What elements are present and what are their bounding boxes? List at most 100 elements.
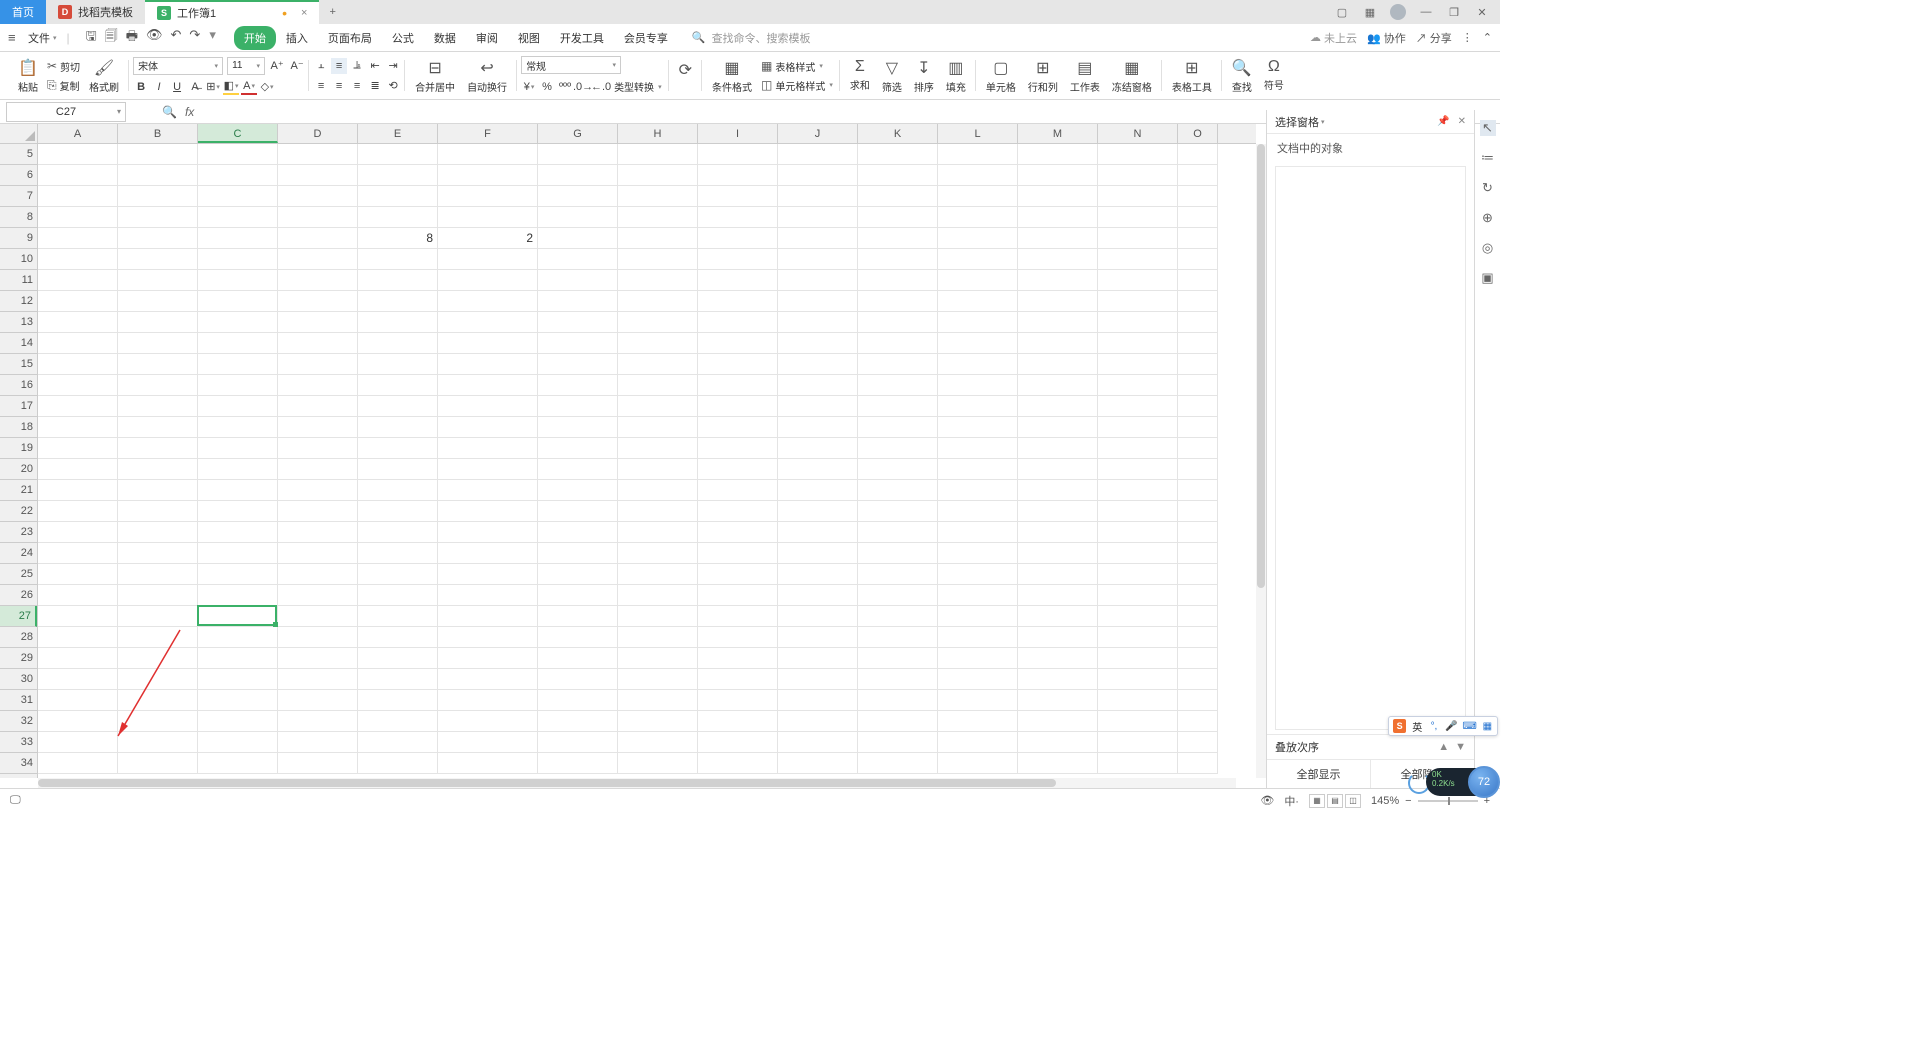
cell-N31[interactable] <box>1098 690 1178 711</box>
cell-M24[interactable] <box>1018 543 1098 564</box>
cell-N13[interactable] <box>1098 312 1178 333</box>
cell-F19[interactable] <box>438 438 538 459</box>
cell-C18[interactable] <box>198 417 278 438</box>
cell-B20[interactable] <box>118 459 198 480</box>
cell-O16[interactable] <box>1178 375 1218 396</box>
percent-icon[interactable]: % <box>539 79 555 95</box>
cell-H11[interactable] <box>618 270 698 291</box>
vertical-scrollbar[interactable] <box>1256 144 1266 778</box>
cell-B28[interactable] <box>118 627 198 648</box>
cell-I16[interactable] <box>698 375 778 396</box>
cell-E17[interactable] <box>358 396 438 417</box>
cell-H33[interactable] <box>618 732 698 753</box>
tab-view[interactable]: 视图 <box>508 26 550 50</box>
cell-C25[interactable] <box>198 564 278 585</box>
cell-K13[interactable] <box>858 312 938 333</box>
select-all-corner[interactable] <box>0 124 38 144</box>
cell-N26[interactable] <box>1098 585 1178 606</box>
cell-C13[interactable] <box>198 312 278 333</box>
cell-H17[interactable] <box>618 396 698 417</box>
cell-B34[interactable] <box>118 753 198 774</box>
orientation-icon[interactable]: ⟲ <box>385 78 401 94</box>
col-header-L[interactable]: L <box>938 124 1018 143</box>
cell-O24[interactable] <box>1178 543 1218 564</box>
cell-B10[interactable] <box>118 249 198 270</box>
cell-F31[interactable] <box>438 690 538 711</box>
cell-N14[interactable] <box>1098 333 1178 354</box>
cell-C33[interactable] <box>198 732 278 753</box>
cell-E34[interactable] <box>358 753 438 774</box>
cell-C22[interactable] <box>198 501 278 522</box>
cell-H31[interactable] <box>618 690 698 711</box>
cell-K32[interactable] <box>858 711 938 732</box>
cond-format-button[interactable]: ▦条件格式 <box>706 56 758 96</box>
cell-F23[interactable] <box>438 522 538 543</box>
cell-B27[interactable] <box>118 606 198 627</box>
cell-J21[interactable] <box>778 480 858 501</box>
cell-K20[interactable] <box>858 459 938 480</box>
cells-area[interactable]: 82 <box>38 144 1256 778</box>
cell-L12[interactable] <box>938 291 1018 312</box>
cell-F13[interactable] <box>438 312 538 333</box>
cell-G19[interactable] <box>538 438 618 459</box>
cell-C6[interactable] <box>198 165 278 186</box>
cell-H34[interactable] <box>618 753 698 774</box>
cell-L14[interactable] <box>938 333 1018 354</box>
cell-I25[interactable] <box>698 564 778 585</box>
cell-F9[interactable]: 2 <box>438 228 538 249</box>
cell-O21[interactable] <box>1178 480 1218 501</box>
cell-G17[interactable] <box>538 396 618 417</box>
cell-N21[interactable] <box>1098 480 1178 501</box>
cell-H21[interactable] <box>618 480 698 501</box>
cell-B5[interactable] <box>118 144 198 165</box>
tab-insert[interactable]: 插入 <box>276 26 318 50</box>
cell-H12[interactable] <box>618 291 698 312</box>
cell-D22[interactable] <box>278 501 358 522</box>
cell-E21[interactable] <box>358 480 438 501</box>
cell-O31[interactable] <box>1178 690 1218 711</box>
collab-button[interactable]: 👥 协作 <box>1367 30 1406 46</box>
cell-E9[interactable]: 8 <box>358 228 438 249</box>
cell-M31[interactable] <box>1018 690 1098 711</box>
cell-I17[interactable] <box>698 396 778 417</box>
cell-B17[interactable] <box>118 396 198 417</box>
cell-K29[interactable] <box>858 648 938 669</box>
cell-O29[interactable] <box>1178 648 1218 669</box>
cell-M20[interactable] <box>1018 459 1098 480</box>
cell-K21[interactable] <box>858 480 938 501</box>
collapse-ribbon-icon[interactable]: ⌃ <box>1483 31 1492 44</box>
cell-D25[interactable] <box>278 564 358 585</box>
font-size-select[interactable]: 11▾ <box>227 57 265 75</box>
cell-F22[interactable] <box>438 501 538 522</box>
eye-icon[interactable]: 👁 <box>1260 794 1274 807</box>
cell-K34[interactable] <box>858 753 938 774</box>
cell-D20[interactable] <box>278 459 358 480</box>
cell-J26[interactable] <box>778 585 858 606</box>
cell-J14[interactable] <box>778 333 858 354</box>
cell-D15[interactable] <box>278 354 358 375</box>
cell-C14[interactable] <box>198 333 278 354</box>
cell-E29[interactable] <box>358 648 438 669</box>
cell-N23[interactable] <box>1098 522 1178 543</box>
cell-C11[interactable] <box>198 270 278 291</box>
cell-L29[interactable] <box>938 648 1018 669</box>
cell-G31[interactable] <box>538 690 618 711</box>
cell-I7[interactable] <box>698 186 778 207</box>
row-header-17[interactable]: 17 <box>0 396 37 417</box>
cell-D19[interactable] <box>278 438 358 459</box>
cell-M12[interactable] <box>1018 291 1098 312</box>
cell-K17[interactable] <box>858 396 938 417</box>
cell-H29[interactable] <box>618 648 698 669</box>
cell-K10[interactable] <box>858 249 938 270</box>
cell-B21[interactable] <box>118 480 198 501</box>
cell-D7[interactable] <box>278 186 358 207</box>
cell-N32[interactable] <box>1098 711 1178 732</box>
align-justify-icon[interactable]: ≣ <box>367 78 383 94</box>
cell-H13[interactable] <box>618 312 698 333</box>
cell-N20[interactable] <box>1098 459 1178 480</box>
cell-K33[interactable] <box>858 732 938 753</box>
tab-home[interactable]: 首页 <box>0 0 46 24</box>
cell-M13[interactable] <box>1018 312 1098 333</box>
cell-I28[interactable] <box>698 627 778 648</box>
select-pane-icon[interactable]: ↖ <box>1480 120 1496 136</box>
